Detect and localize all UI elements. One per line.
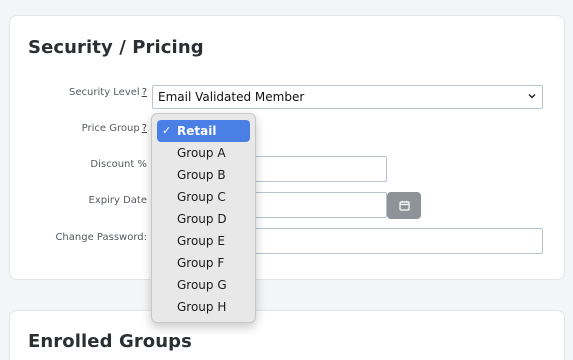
price-group-option-group-a[interactable]: Group A xyxy=(157,142,250,164)
change-password-label: Change Password: xyxy=(55,232,147,243)
calendar-button[interactable] xyxy=(387,192,421,219)
security-level-value: Email Validated Member xyxy=(158,90,305,104)
price-group-label: Price Group? xyxy=(81,123,147,134)
expiry-date-label: Expiry Date xyxy=(88,195,147,206)
security-pricing-title: Security / Pricing xyxy=(28,37,204,58)
price-group-option-group-e[interactable]: Group E xyxy=(157,230,250,252)
price-group-option-group-f[interactable]: Group F xyxy=(157,252,250,274)
price-group-option-group-g[interactable]: Group G xyxy=(157,274,250,296)
price-group-option-group-c[interactable]: Group C xyxy=(157,186,250,208)
price-group-help-link[interactable]: ? xyxy=(142,123,147,134)
price-group-dropdown[interactable]: ✓ Retail Group A Group B Group C Group D … xyxy=(151,113,256,323)
price-group-option-group-d[interactable]: Group D xyxy=(157,208,250,230)
security-level-select[interactable]: Email Validated Member xyxy=(152,85,543,109)
price-group-option-group-h[interactable]: Group H xyxy=(157,296,250,318)
security-level-help-link[interactable]: ? xyxy=(142,87,147,98)
chevron-down-icon xyxy=(528,94,536,99)
discount-label: Discount % xyxy=(90,159,147,170)
price-group-option-retail[interactable]: ✓ Retail xyxy=(157,120,250,142)
calendar-icon xyxy=(398,200,410,211)
security-level-label: Security Level? xyxy=(69,87,147,98)
checkmark-icon: ✓ xyxy=(162,124,172,137)
enrolled-groups-card: Enrolled Groups xyxy=(9,310,565,360)
enrolled-groups-title: Enrolled Groups xyxy=(28,331,192,352)
price-group-option-group-b[interactable]: Group B xyxy=(157,164,250,186)
